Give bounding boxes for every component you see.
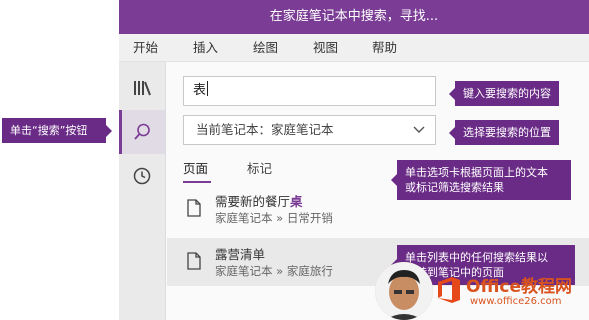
search-result-title: 露营清单	[215, 244, 265, 263]
callout-choose-scope: 选择要搜索的位置	[449, 120, 559, 145]
watermark-brand: Office教程网	[466, 277, 573, 297]
left-navigation	[119, 62, 166, 320]
page-icon	[187, 252, 201, 270]
recent-notes-button[interactable]	[119, 154, 165, 198]
search-scope-label: 当前笔记本：家庭笔记本	[196, 122, 334, 137]
callout-type-content: 键入要搜索的内容	[449, 81, 559, 106]
result-title-text: 露营清单	[215, 247, 266, 262]
search-result-path: 家庭笔记本 » 家庭旅行	[215, 264, 333, 278]
watermark-url: www.office26.com	[470, 296, 562, 307]
callout-tabs-line-1: 单击选项卡根据页面上的文本	[405, 166, 548, 179]
page-icon	[187, 199, 201, 217]
notebooks-button[interactable]	[119, 66, 165, 110]
active-tab-indicator	[183, 181, 211, 183]
result-title-match: 桌	[290, 194, 303, 209]
menu-item-draw[interactable]: 绘图	[253, 34, 278, 62]
search-input-value: 表	[193, 83, 207, 98]
callout-search-button: 单击“搜索”按钮	[2, 118, 112, 143]
watermark-avatar	[375, 262, 433, 320]
search-nav-button[interactable]	[119, 110, 165, 154]
window-title: 在家庭笔记本中搜索，寻找...	[269, 9, 439, 24]
notebooks-icon	[134, 81, 151, 96]
menu-bar: 开始 插入 绘图 视图 帮助	[119, 34, 589, 62]
search-result-title: 需要新的餐厅桌	[215, 191, 303, 210]
menu-item-home[interactable]: 开始	[133, 34, 158, 62]
text-caret	[207, 81, 209, 96]
search-input[interactable]: 表	[183, 76, 436, 106]
result-title-text: 需要新的餐厅	[215, 194, 291, 209]
callout-tabs-line-2: 或标记筛选搜索结果	[405, 181, 504, 194]
clock-icon	[133, 167, 151, 185]
menu-item-insert[interactable]: 插入	[193, 34, 218, 62]
tab-tags[interactable]: 标记	[247, 158, 272, 180]
menu-item-help[interactable]: 帮助	[372, 34, 397, 62]
search-result-path: 家庭笔记本 » 日常开销	[215, 211, 333, 225]
search-icon	[134, 123, 150, 140]
title-bar: 在家庭笔记本中搜索，寻找...	[119, 0, 589, 34]
chevron-down-icon	[413, 126, 425, 133]
office-logo-icon	[438, 277, 460, 303]
callout-tabs: 单击选项卡根据页面上的文本 或标记筛选搜索结果	[391, 160, 571, 200]
tab-pages[interactable]: 页面	[183, 158, 208, 180]
menu-item-view[interactable]: 视图	[313, 34, 338, 62]
search-scope-dropdown[interactable]: 当前笔记本：家庭笔记本	[183, 115, 436, 145]
callout-results-line-1: 单击列表中的任何搜索结果以	[405, 251, 548, 264]
